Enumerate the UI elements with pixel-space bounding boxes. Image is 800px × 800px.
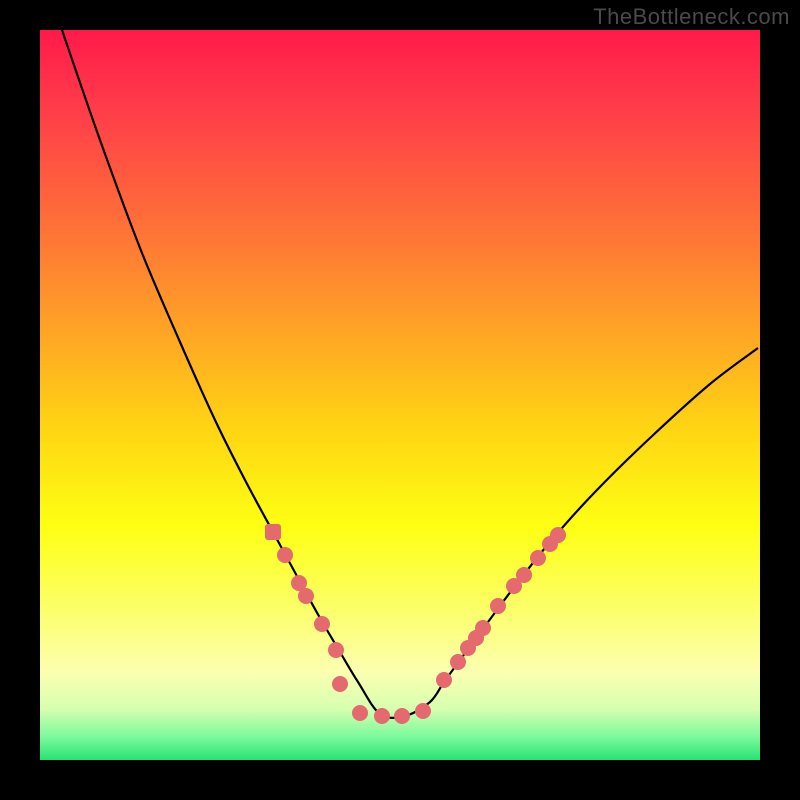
curve-marker <box>298 588 314 604</box>
curve-marker <box>314 616 330 632</box>
curve-marker <box>374 708 390 724</box>
curve-marker <box>450 654 466 670</box>
curve-marker <box>436 672 452 688</box>
curve-marker <box>394 708 410 724</box>
curve-marker <box>550 527 566 543</box>
watermark-text: TheBottleneck.com <box>593 4 790 30</box>
curve-markers <box>265 524 566 724</box>
curve-marker <box>332 676 348 692</box>
bottleneck-chart <box>40 30 760 760</box>
outer-frame: TheBottleneck.com <box>0 0 800 800</box>
bottleneck-curve-path <box>62 30 758 718</box>
curve-marker <box>352 705 368 721</box>
curve-marker <box>415 703 431 719</box>
curve-marker <box>475 620 491 636</box>
curve-marker <box>516 567 532 583</box>
curve-marker <box>277 547 293 563</box>
curve-marker <box>328 642 344 658</box>
curve-marker <box>530 550 546 566</box>
curve-marker <box>490 598 506 614</box>
curve-marker <box>265 524 281 540</box>
